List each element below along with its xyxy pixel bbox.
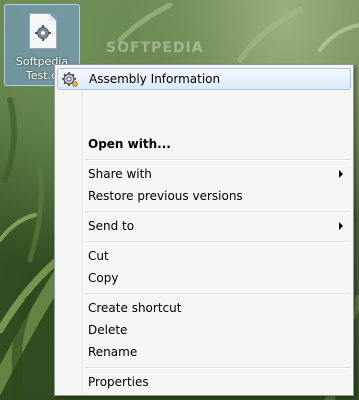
menu-item-label: Copy (88, 271, 119, 285)
menu-item-share-with[interactable]: Share with (57, 163, 351, 185)
menu-item-label: Create shortcut (88, 301, 182, 315)
menu-separator (85, 293, 351, 295)
menu-item-create-shortcut[interactable]: Create shortcut (57, 297, 351, 319)
menu-separator (85, 367, 351, 369)
menu-item-label: Restore previous versions (88, 189, 243, 203)
menu-item-cut[interactable]: Cut (57, 245, 351, 267)
submenu-arrow-icon (339, 170, 343, 178)
menu-item-label: Delete (88, 323, 128, 337)
gear-icon (35, 25, 51, 41)
menu-item-label: Share with (88, 167, 152, 181)
menu-separator (85, 159, 351, 161)
menu-separator (85, 211, 351, 213)
menu-item-label: Properties (88, 375, 149, 389)
context-menu[interactable]: Assembly Information Open with... Share … (54, 64, 354, 396)
watermark: SOFTPEDIA (106, 40, 204, 56)
menu-item-restore-previous-versions[interactable]: Restore previous versions (57, 185, 351, 207)
menu-separator (85, 241, 351, 243)
menu-item-assembly-information[interactable]: Assembly Information (57, 68, 351, 90)
menu-item-open-with[interactable]: Open with... (57, 133, 351, 155)
menu-item-label: Rename (88, 345, 138, 359)
menu-item-rename[interactable]: Rename (57, 341, 351, 363)
menu-item-label: Send to (88, 219, 135, 233)
menu-item-delete[interactable]: Delete (57, 319, 351, 341)
menu-item-label: Assembly Information (89, 72, 221, 86)
gear-icon (62, 72, 78, 87)
menu-item-send-to[interactable]: Send to (57, 215, 351, 237)
menu-item-label: Open with... (88, 137, 171, 151)
menu-item-label: Cut (88, 249, 109, 263)
submenu-arrow-icon (339, 222, 343, 230)
menu-item-copy[interactable]: Copy (57, 267, 351, 289)
menu-item-properties[interactable]: Properties (57, 371, 351, 393)
